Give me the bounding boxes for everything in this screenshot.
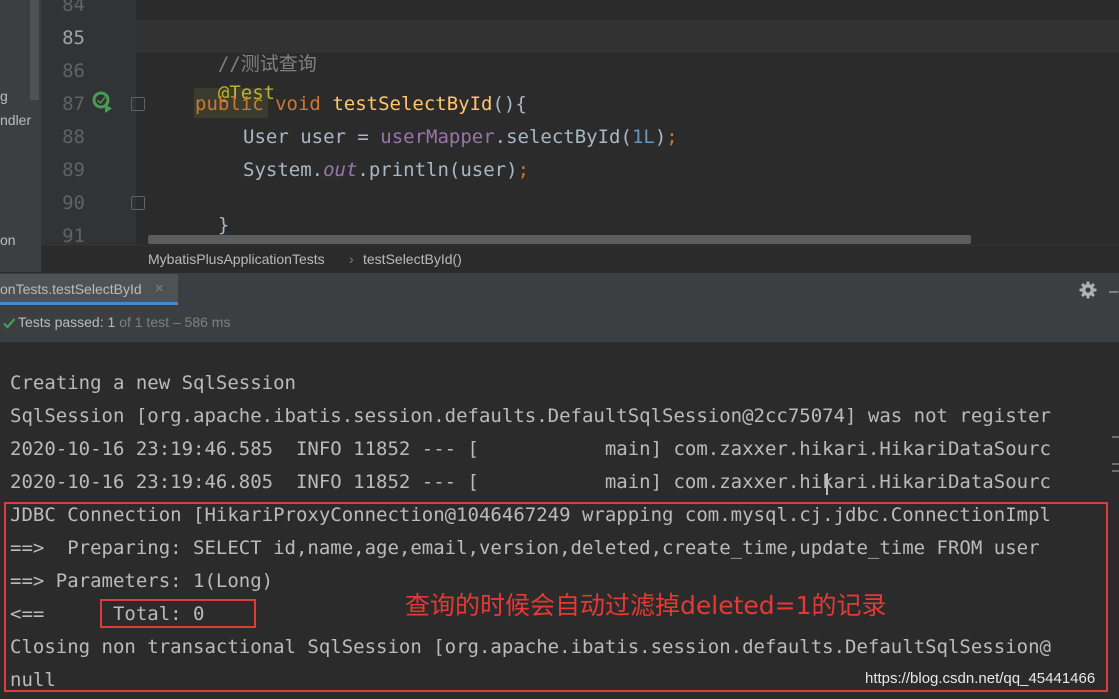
line-number: 86 [62, 60, 85, 82]
editor-horizontal-scrollbar[interactable] [148, 235, 971, 244]
fold-marker-icon[interactable] [131, 97, 145, 111]
code-line: System.out.println(user); [243, 159, 529, 181]
project-item-fragment[interactable]: ndler [0, 112, 31, 128]
line-number: 84 [62, 0, 85, 16]
line-number: 87 [62, 93, 85, 115]
breadcrumb-separator: › [349, 251, 354, 267]
breadcrumb-item-method[interactable]: testSelectById() [363, 251, 462, 267]
code-text: .selectById( [494, 126, 632, 148]
test-status-text: Tests passed: 1 of 1 test – 586 ms [18, 314, 230, 330]
code-text: User user = [243, 126, 381, 148]
run-test-icon[interactable] [91, 90, 115, 114]
code-text: (){ [492, 93, 527, 115]
code-text: System. [243, 159, 324, 181]
minimize-icon[interactable]: – [1109, 281, 1119, 301]
code-keyword: void [275, 93, 321, 115]
code-text: .println(user) [357, 159, 518, 181]
code-line: } [195, 192, 229, 236]
gear-icon[interactable] [1078, 280, 1098, 300]
project-panel-scrollbar[interactable] [30, 0, 39, 100]
text-cursor [826, 473, 828, 495]
scroll-marker [1112, 463, 1119, 465]
code-semicolon: ; [517, 159, 530, 181]
line-number: 89 [62, 159, 85, 181]
run-tab-label: onTests.testSelectById [0, 281, 142, 297]
project-item-fragment[interactable]: g [0, 88, 8, 104]
annotation-text: 查询的时候会自动过滤掉deleted=1的记录 [405, 591, 887, 620]
code-line: User user = userMapper.selectById(1L); [243, 126, 678, 148]
code-field: userMapper [380, 126, 495, 148]
code-keyword: public [195, 93, 264, 115]
tests-passed-label: Tests passed: [18, 314, 104, 330]
watermark: https://blog.csdn.net/qq_45441466 [865, 670, 1096, 687]
scroll-marker [1112, 436, 1119, 438]
close-icon[interactable]: × [155, 280, 164, 297]
run-tab[interactable]: onTests.testSelectById × [0, 274, 178, 305]
console-line: Creating a new SqlSession [10, 372, 296, 394]
line-number: 90 [62, 192, 85, 214]
code-text: } [217, 214, 230, 236]
code-number: 1L [631, 126, 655, 148]
breadcrumb-item-class[interactable]: MybatisPlusApplicationTests [148, 251, 325, 267]
fold-marker-icon[interactable] [131, 196, 145, 210]
scroll-marker [1112, 470, 1119, 472]
console-line: SqlSession [org.apache.ibatis.session.de… [10, 405, 1051, 427]
code-semicolon: ; [666, 126, 678, 148]
tests-summary: of 1 test – 586 ms [119, 314, 231, 330]
console-line: 2020-10-16 23:19:46.805 INFO 11852 --- [… [10, 471, 1051, 493]
code-line: public void testSelectById(){ [195, 93, 527, 115]
project-item-fragment[interactable]: on [0, 232, 16, 248]
line-number: 88 [62, 126, 85, 148]
total-highlight-box [100, 599, 256, 628]
line-number: 91 [62, 225, 85, 247]
tests-passed-count: 1 [107, 314, 116, 330]
line-number: 85 [62, 27, 85, 49]
code-method-name: testSelectById [332, 93, 493, 115]
console-line: 2020-10-16 23:19:46.585 INFO 11852 --- [… [10, 438, 1051, 460]
code-text: ) [654, 126, 667, 148]
code-static-field: out [323, 159, 358, 181]
check-icon [2, 315, 16, 329]
